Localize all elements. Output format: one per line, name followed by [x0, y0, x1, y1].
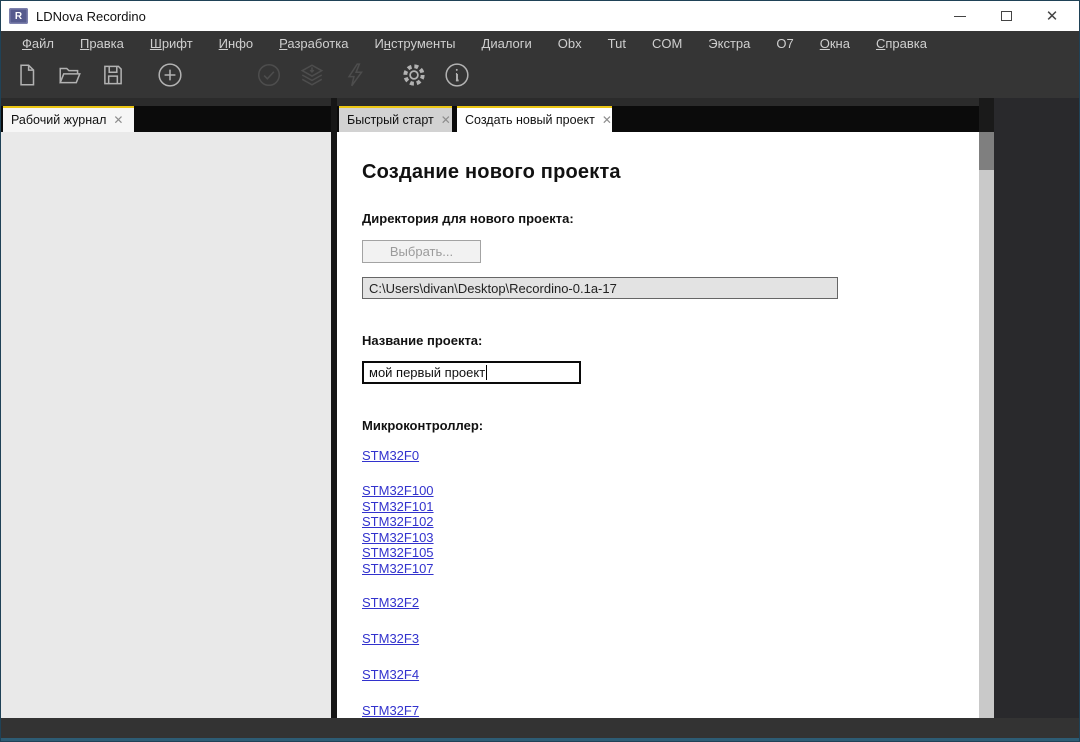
- mcu-link-stm32f100[interactable]: STM32F100: [362, 483, 979, 499]
- save-button[interactable]: [99, 63, 127, 91]
- page-title: Создание нового проекта: [362, 161, 979, 184]
- mcu-link-stm32f102[interactable]: STM32F102: [362, 514, 979, 530]
- menu-file[interactable]: Файл: [9, 36, 67, 51]
- lightning-icon: [342, 62, 368, 93]
- build-layers-button[interactable]: [298, 63, 326, 91]
- directory-path-field[interactable]: [362, 277, 838, 299]
- main-column: Быстрый старт ✕ Создать новый проект ✕ С…: [337, 98, 979, 718]
- menu-windows[interactable]: Окна: [807, 36, 863, 51]
- app-logo-icon: R: [9, 8, 28, 24]
- main-tab-strip: Быстрый старт ✕ Создать новый проект ✕: [337, 106, 979, 132]
- app-window: R LDNova Recordino ✕ Файл Правка Шрифт И…: [0, 0, 1080, 742]
- mcu-link-stm32f107[interactable]: STM32F107: [362, 561, 979, 577]
- maximize-icon: [1001, 11, 1012, 21]
- scrollbar: [979, 98, 994, 718]
- menu-obx[interactable]: Obx: [545, 36, 595, 51]
- project-name-value: мой первый проект: [369, 365, 485, 380]
- menu-com[interactable]: COM: [639, 36, 695, 51]
- tab-create-project[interactable]: Создать новый проект ✕: [457, 106, 612, 132]
- status-bar: [1, 718, 1079, 738]
- save-icon: [100, 62, 126, 93]
- tab-quick-start-label: Быстрый старт: [347, 113, 434, 127]
- mcu-link-stm32f7[interactable]: STM32F7: [362, 704, 419, 718]
- mcu-label: Микроконтроллер:: [362, 418, 979, 433]
- tab-close-icon[interactable]: ✕: [113, 114, 123, 126]
- tab-quick-start[interactable]: Быстрый старт ✕: [339, 106, 452, 132]
- add-circle-icon: [157, 62, 183, 93]
- menu-development[interactable]: Разработка: [266, 36, 361, 51]
- project-name-label: Название проекта:: [362, 333, 979, 348]
- validate-button[interactable]: [255, 63, 283, 91]
- content-area: Рабочий журнал ✕ Быстрый старт ✕ Создать…: [1, 98, 1079, 718]
- new-file-button[interactable]: [13, 63, 41, 91]
- menu-tools[interactable]: Инструменты: [361, 36, 468, 51]
- mcu-link-stm32f3[interactable]: STM32F3: [362, 632, 419, 646]
- mcu-link-stm32f103[interactable]: STM32F103: [362, 530, 979, 546]
- document: Создание нового проекта Директория для н…: [337, 132, 979, 718]
- open-folder-button[interactable]: [56, 63, 84, 91]
- maximize-button[interactable]: [983, 1, 1029, 31]
- mcu-link-stm32f0[interactable]: STM32F0: [362, 449, 419, 463]
- project-name-field[interactable]: мой первый проект: [362, 361, 581, 384]
- left-top-strip: [1, 98, 331, 106]
- layers-icon: [299, 62, 325, 93]
- menu-dialogs[interactable]: Диалоги: [469, 36, 545, 51]
- menu-info[interactable]: Инфо: [206, 36, 266, 51]
- settings-button[interactable]: [400, 63, 428, 91]
- left-tab-strip: Рабочий журнал ✕: [1, 106, 331, 132]
- tab-close-icon[interactable]: ✕: [441, 114, 451, 126]
- mcu-link-stm32f2[interactable]: STM32F2: [362, 596, 419, 610]
- new-file-icon: [14, 62, 40, 93]
- text-caret: [486, 365, 487, 380]
- scrollbar-top-gap: [979, 98, 994, 132]
- menu-help[interactable]: Справка: [863, 36, 940, 51]
- work-journal-panel: [1, 132, 331, 718]
- main-top-strip: [337, 98, 979, 106]
- tab-work-journal-label: Рабочий журнал: [11, 113, 106, 127]
- window-bottom-border: [1, 738, 1079, 741]
- create-project-page: Создание нового проекта Директория для н…: [337, 132, 979, 718]
- open-folder-icon: [57, 62, 83, 93]
- directory-label: Директория для нового проекта:: [362, 211, 979, 226]
- close-icon: ✕: [1046, 7, 1059, 25]
- mcu-link-stm32f101[interactable]: STM32F101: [362, 499, 979, 515]
- menu-tut[interactable]: Tut: [595, 36, 639, 51]
- info-icon: [444, 62, 470, 93]
- tab-close-icon[interactable]: ✕: [602, 114, 612, 126]
- mcu-link-stm32f105[interactable]: STM32F105: [362, 545, 979, 561]
- menu-o7[interactable]: О7: [763, 36, 806, 51]
- mcu-link-stm32f4[interactable]: STM32F4: [362, 668, 419, 682]
- close-button[interactable]: ✕: [1029, 1, 1075, 31]
- check-circle-icon: [256, 62, 282, 93]
- window-title: LDNova Recordino: [36, 9, 146, 24]
- choose-directory-button[interactable]: Выбрать...: [362, 240, 481, 263]
- add-button[interactable]: [156, 63, 184, 91]
- flash-button[interactable]: [341, 63, 369, 91]
- menu-font[interactable]: Шрифт: [137, 36, 206, 51]
- scrollbar-track[interactable]: [979, 132, 994, 718]
- settings-gear-icon: [401, 62, 427, 93]
- minimize-icon: [954, 16, 966, 17]
- menu-edit[interactable]: Правка: [67, 36, 137, 51]
- left-column: Рабочий журнал ✕: [1, 98, 331, 718]
- tab-create-project-label: Создать новый проект: [465, 113, 595, 127]
- right-filler-panel: [994, 98, 1079, 718]
- scrollbar-thumb[interactable]: [979, 132, 994, 170]
- minimize-button[interactable]: [937, 1, 983, 31]
- mcu-link-group: STM32F100 STM32F101 STM32F102 STM32F103 …: [362, 483, 979, 576]
- title-bar: R LDNova Recordino ✕: [1, 1, 1079, 31]
- tab-work-journal[interactable]: Рабочий журнал ✕: [3, 106, 134, 132]
- menu-extra[interactable]: Экстра: [695, 36, 763, 51]
- menu-bar: Файл Правка Шрифт Инфо Разработка Инстру…: [1, 31, 1079, 56]
- about-button[interactable]: [443, 63, 471, 91]
- toolbar: [1, 56, 1079, 98]
